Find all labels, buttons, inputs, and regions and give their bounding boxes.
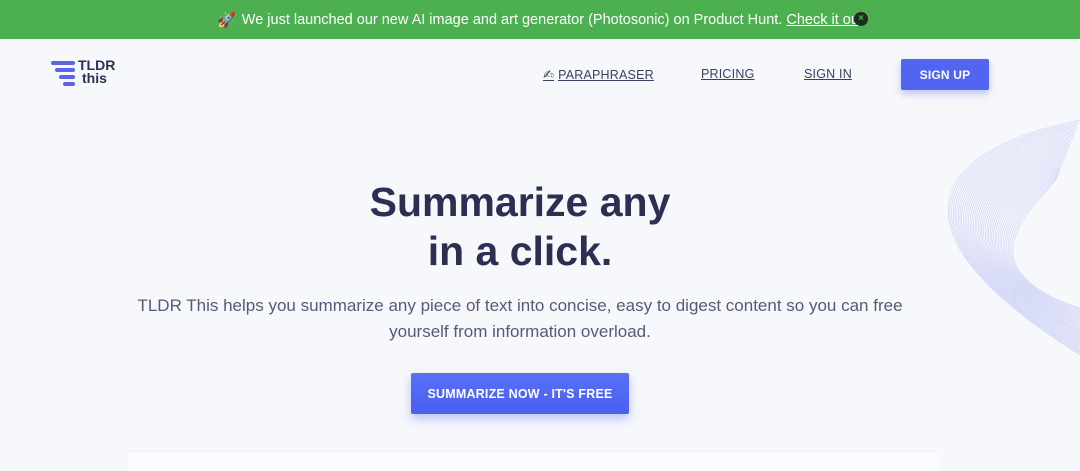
announcement-text: We just launched our new AI image and ar…: [241, 11, 783, 28]
nav-paraphraser-label: PARAPHRASER: [558, 68, 654, 82]
hero-title-line1: Summarize any: [369, 179, 671, 225]
logo-wordmark: TLDR this: [78, 57, 116, 86]
announcement-banner: 🚀 We just launched our new AI image and …: [0, 0, 1080, 39]
tldr-this-logo[interactable]: TLDR this: [51, 57, 131, 91]
logo-mark-icon: [51, 59, 77, 89]
bottom-card-edge: [128, 451, 940, 471]
check-it-out-link[interactable]: Check it out: [786, 12, 863, 28]
sign-up-button[interactable]: SIGN UP: [901, 59, 989, 90]
nav-pricing[interactable]: PRICING: [701, 67, 755, 81]
site-header: TLDR this ✍ PARAPHRASER PRICING SIGN IN …: [0, 39, 1080, 109]
close-icon[interactable]: ×: [854, 12, 868, 26]
hero-title: Summarize any in a click.: [0, 178, 1040, 276]
pencil-icon: ✍: [543, 67, 555, 82]
hero-title-line2: in a click.: [427, 228, 613, 274]
rocket-icon: 🚀: [217, 11, 236, 29]
nav-paraphraser[interactable]: ✍ PARAPHRASER: [543, 67, 654, 83]
nav-sign-in[interactable]: SIGN IN: [804, 67, 852, 81]
hero-subtitle: TLDR This helps you summarize any piece …: [137, 296, 903, 341]
summarize-now-button[interactable]: SUMMARIZE NOW - IT'S FREE: [411, 373, 629, 414]
